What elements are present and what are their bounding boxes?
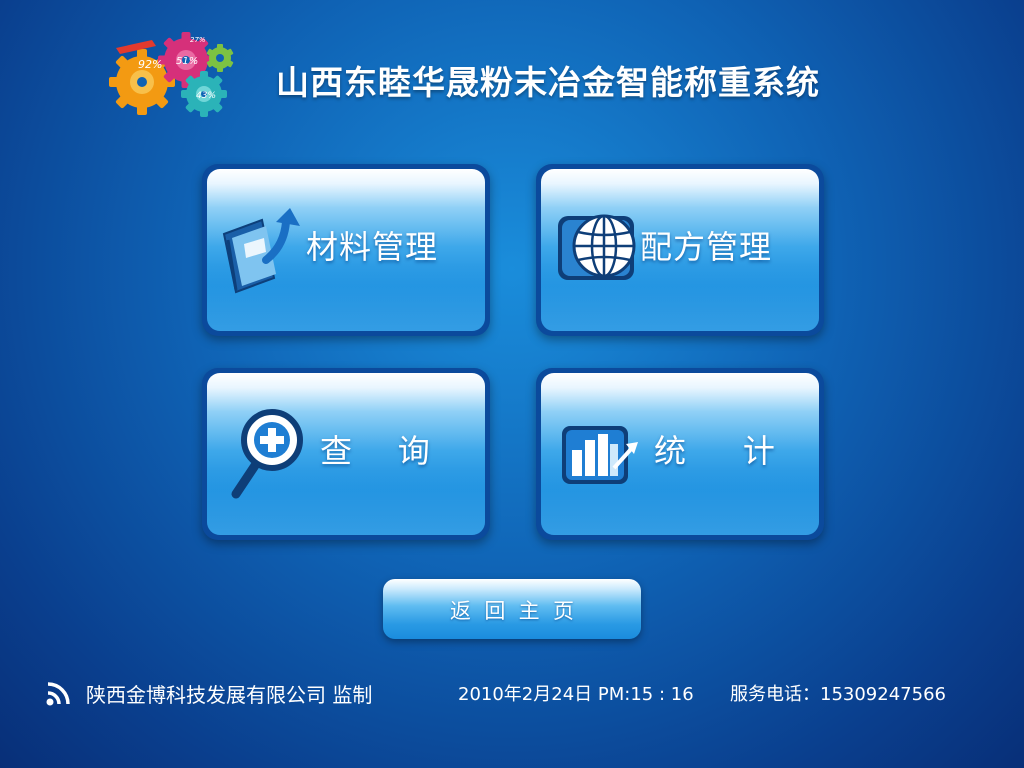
- recipe-management-button[interactable]: 配方管理: [536, 164, 824, 336]
- bar-chart-icon: [548, 404, 644, 500]
- gear-label: 92%: [138, 58, 162, 71]
- tile-label: 查 询: [320, 432, 431, 470]
- rss-icon: [46, 680, 72, 706]
- gears-logo: 92% 51% 43% 27%: [108, 26, 238, 120]
- query-button[interactable]: 查 询: [202, 368, 490, 540]
- material-management-button[interactable]: 材料管理: [202, 164, 490, 336]
- tile-label: 配方管理: [640, 228, 773, 266]
- gear-label: 51%: [176, 56, 198, 67]
- gear-label: 43%: [196, 91, 216, 101]
- magnifier-plus-icon: [214, 404, 310, 500]
- return-home-button[interactable]: 返 回 主 页: [383, 579, 641, 639]
- statistics-button[interactable]: 统 计: [536, 368, 824, 540]
- footer: 陕西金博科技发展有限公司 监制 2010年2月24日 PM:15 : 16 服务…: [46, 676, 986, 708]
- folder-arrow-icon: [214, 200, 310, 296]
- company-credit: 陕西金博科技发展有限公司 监制: [86, 683, 373, 707]
- service-phone: 服务电话：15309247566: [730, 684, 946, 705]
- tile-label: 统 计: [654, 432, 776, 470]
- page-title: 山西东睦华晟粉末冶金智能称重系统: [276, 63, 820, 102]
- return-home-label: 返 回 主 页: [449, 599, 575, 623]
- datetime: 2010年2月24日 PM:15 : 16: [458, 684, 694, 705]
- header: 92% 51% 43% 27% 山西东睦华晟粉末冶金智能称重系统: [108, 26, 928, 126]
- gear-label: 27%: [190, 36, 206, 44]
- globe-icon: [548, 200, 644, 296]
- tile-label: 材料管理: [306, 228, 439, 266]
